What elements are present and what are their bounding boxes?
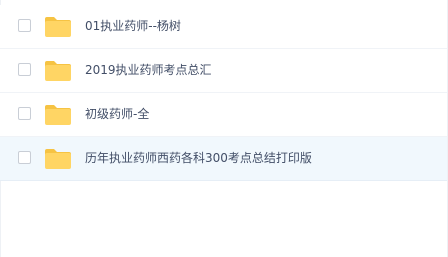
file-name[interactable]: 2019执业药师考点总汇 xyxy=(85,62,212,78)
file-name[interactable]: 初级药师-全 xyxy=(85,106,149,122)
row-checkbox[interactable] xyxy=(18,19,31,32)
file-row[interactable]: 01执业药师--杨树 xyxy=(0,5,448,49)
row-checkbox[interactable] xyxy=(18,107,31,120)
folder-icon xyxy=(45,149,71,169)
folder-icon xyxy=(45,17,71,37)
file-list: 01执业药师--杨树 2019执业药师考点总汇 初级药师-全 历年执业药师西药各… xyxy=(0,5,448,181)
row-checkbox[interactable] xyxy=(18,151,31,164)
file-row[interactable]: 2019执业药师考点总汇 xyxy=(0,49,448,93)
file-row[interactable]: 初级药师-全 xyxy=(0,93,448,137)
file-name[interactable]: 01执业药师--杨树 xyxy=(85,18,181,34)
file-name[interactable]: 历年执业药师西药各科300考点总结打印版 xyxy=(85,150,312,166)
folder-icon xyxy=(45,61,71,81)
file-row-hovered[interactable]: 历年执业药师西药各科300考点总结打印版 xyxy=(0,137,448,181)
folder-icon xyxy=(45,105,71,125)
row-checkbox[interactable] xyxy=(18,63,31,76)
